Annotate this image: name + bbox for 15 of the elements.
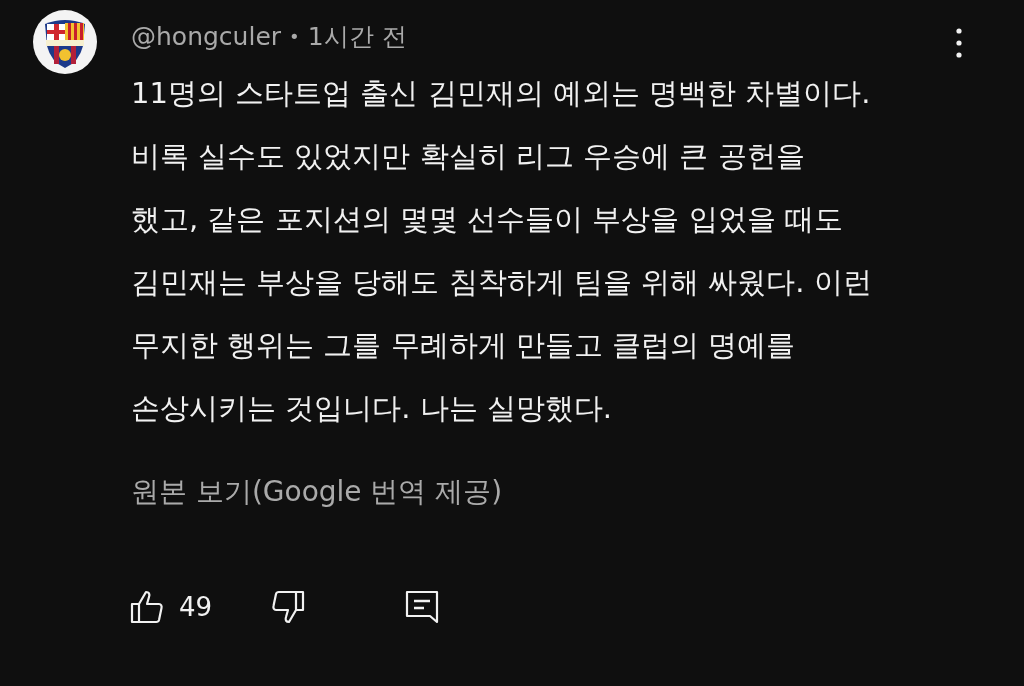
like-button[interactable] <box>129 589 165 625</box>
author-name[interactable]: @hongculer <box>131 21 282 51</box>
like-count: 49 <box>179 592 213 622</box>
comment-text: 11명의 스타트업 출신 김민재의 예외는 명백한 차별이다. 비록 실수도 있었지만 확실히 리그 우승에 큰 공헌을 했고, 같은 포지션의 몇몇 선수들이 부상을 입었을 때도 김민재는 부상을 당해도 침착하게 팀을 위해 싸웠다. 이런 무지한 행위는 그를 무례하게 만들고 클럽의 명예를 손상시키는 것입니다. 나는 실망했다. <box>131 75 872 427</box>
thumbs-down-icon <box>270 589 307 625</box>
thumbs-up-icon <box>129 589 165 625</box>
comment-time[interactable]: 1시간 전 <box>307 19 407 53</box>
separator-dot: • <box>289 25 300 47</box>
comment-icon <box>404 589 441 625</box>
more-icon <box>956 28 962 58</box>
dislike-button[interactable] <box>270 589 307 625</box>
see-original-link[interactable]: 원본 보기(Google 번역 제공) <box>131 473 503 511</box>
crest-avatar[interactable] <box>33 10 97 74</box>
reply-button[interactable] <box>404 589 441 625</box>
more-options-button[interactable] <box>956 28 962 58</box>
